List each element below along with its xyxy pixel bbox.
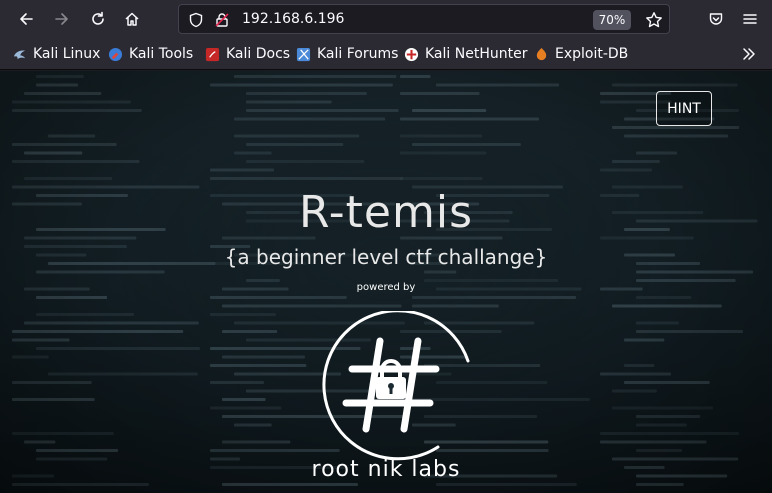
bookmark-kali-tools[interactable]: Kali Tools — [108, 45, 193, 63]
bookmark-exploit-db[interactable]: Exploit-DB — [534, 45, 628, 63]
hint-button[interactable]: HINT — [656, 91, 712, 126]
kali-dragon-icon — [13, 50, 26, 59]
bookmark-label: Kali Forums — [317, 46, 399, 62]
bookmark-star-icon[interactable] — [645, 11, 663, 29]
home-button[interactable] — [116, 3, 148, 35]
shield-icon[interactable] — [188, 12, 204, 28]
hamburger-menu-icon — [743, 14, 757, 24]
bookmark-label: Exploit-DB — [555, 46, 629, 62]
bookmark-kali-nethunter[interactable]: Kali NetHunter — [404, 45, 527, 63]
back-button[interactable] — [10, 3, 42, 35]
arrow-right-icon — [55, 13, 68, 25]
powered-by-text: powered by — [356, 282, 416, 293]
zoom-level-badge[interactable]: 70% — [593, 10, 631, 30]
bookmark-label: Kali Linux — [33, 46, 101, 62]
bookmark-kali-docs[interactable]: Kali Docs — [205, 45, 290, 63]
nethunter-icon — [404, 47, 419, 61]
browser-toolbar: 192.168.6.196 70% — [0, 0, 772, 38]
reload-icon — [92, 11, 104, 25]
kali-docs-icon — [205, 47, 220, 61]
kali-tools-icon — [108, 47, 123, 61]
url-text[interactable]: 192.168.6.196 — [242, 11, 344, 27]
bookmarks-toolbar: Kali Linux Kali Tools Kali Docs Kali For… — [0, 38, 772, 70]
pocket-button[interactable] — [700, 3, 732, 35]
insecure-lock-icon[interactable] — [214, 12, 230, 28]
chevron-double-right-icon[interactable] — [740, 45, 758, 63]
bookmark-kali-linux[interactable]: Kali Linux — [12, 45, 100, 63]
exploit-db-icon — [536, 47, 547, 60]
logo-text: root nik labs — [311, 457, 461, 482]
pocket-icon — [709, 13, 723, 25]
bookmark-label: Kali Tools — [129, 46, 194, 62]
reload-button[interactable] — [82, 3, 114, 35]
kali-forums-icon — [296, 47, 311, 61]
bookmark-label: Kali NetHunter — [425, 46, 528, 62]
bookmark-kali-forums[interactable]: Kali Forums — [296, 45, 398, 63]
page-title: R-temis — [299, 187, 473, 238]
arrow-left-icon — [20, 13, 33, 25]
app-menu-button[interactable] — [734, 3, 766, 35]
bookmark-label: Kali Docs — [226, 46, 291, 62]
url-bar[interactable]: 192.168.6.196 70% — [178, 4, 670, 34]
web-page: HINT R-temis {a beginner level ctf chall… — [0, 71, 772, 493]
forward-button[interactable] — [46, 3, 78, 35]
page-subtitle: {a beginner level ctf challange} — [224, 245, 548, 269]
home-icon — [125, 12, 139, 26]
